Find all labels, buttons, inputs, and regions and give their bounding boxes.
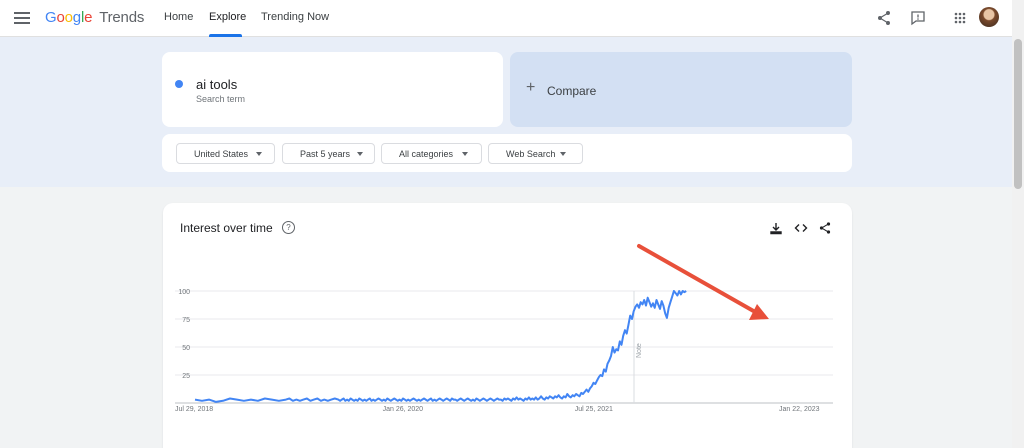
scrollbar-thumb[interactable] bbox=[1014, 39, 1022, 189]
y-tick-label: 25 bbox=[182, 373, 190, 380]
x-tick-label: Jul 25, 2021 bbox=[575, 406, 613, 413]
y-tick-label: 100 bbox=[178, 289, 190, 296]
interest-line-chart: 100 75 50 25 Jul 29, 2018 Jan 26, 2020 Jul 25… bbox=[175, 244, 833, 413]
chart-series-line-ai-tools bbox=[194, 290, 687, 403]
annotation-arrow bbox=[637, 244, 769, 320]
chart-gridlines bbox=[175, 290, 833, 404]
chart-x-tick-labels: Jul 29, 2018 Jan 26, 2020 Jul 25, 2021 Jan … bbox=[175, 406, 820, 413]
y-tick-label: 75 bbox=[182, 317, 190, 324]
chart-note-label[interactable]: Note bbox=[636, 343, 643, 358]
x-tick-label: Jan 22, 2023 bbox=[779, 406, 820, 413]
page-scrollbar[interactable] bbox=[1012, 0, 1024, 448]
x-tick-label: Jul 29, 2018 bbox=[175, 406, 213, 413]
y-tick-label: 50 bbox=[182, 345, 190, 352]
x-tick-label: Jan 26, 2020 bbox=[383, 406, 424, 413]
chart-y-tick-labels: 100 75 50 25 bbox=[178, 289, 190, 380]
